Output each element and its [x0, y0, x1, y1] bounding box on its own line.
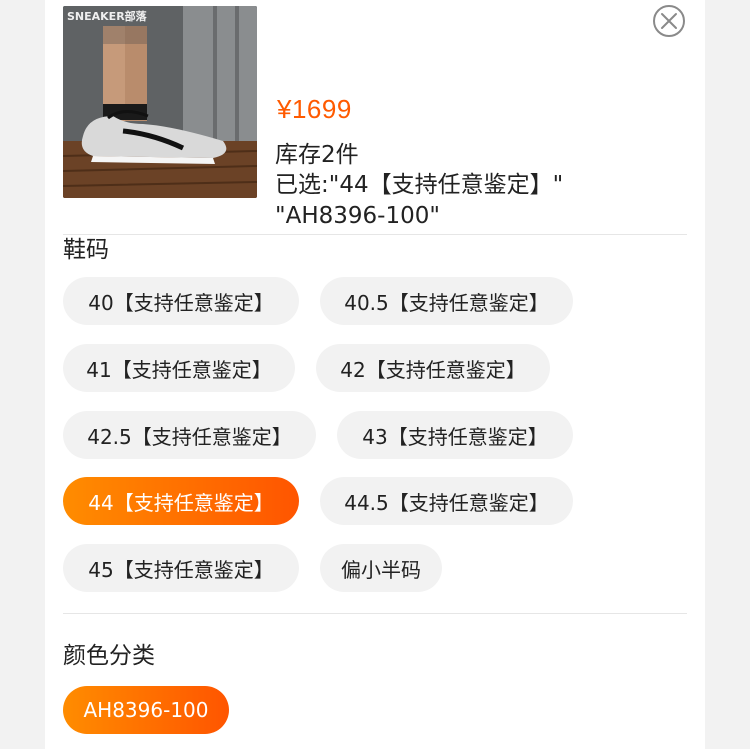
product-price: ¥1699	[277, 94, 352, 124]
size-option[interactable]: 45【支持任意鉴定】	[63, 544, 299, 592]
size-section-title: 鞋码	[63, 237, 109, 263]
product-image: SNEAKER部落	[63, 6, 257, 198]
size-option-selected[interactable]: 44【支持任意鉴定】	[63, 477, 299, 525]
divider	[63, 613, 687, 614]
size-option[interactable]: 42【支持任意鉴定】	[316, 344, 550, 392]
close-icon	[661, 13, 677, 29]
size-option[interactable]: 41【支持任意鉴定】	[63, 344, 295, 392]
color-option-selected[interactable]: AH8396-100	[63, 686, 229, 734]
color-section-title: 颜色分类	[63, 643, 155, 669]
size-option[interactable]: 40【支持任意鉴定】	[63, 277, 299, 325]
divider	[63, 234, 687, 235]
stock-count: 库存2件	[275, 142, 359, 168]
size-option[interactable]: 42.5【支持任意鉴定】	[63, 411, 316, 459]
close-button[interactable]	[653, 5, 685, 37]
sku-selector-sheet: SNEAKER部落 ¥1699 库存2件 已选:"44【支持任意鉴定】" "AH…	[45, 0, 705, 749]
selected-sku-summary: 已选:"44【支持任意鉴定】" "AH8396-100"	[275, 172, 564, 229]
svg-text:SNEAKER部落: SNEAKER部落	[67, 9, 148, 23]
size-option[interactable]: 偏小半码	[320, 544, 442, 592]
size-option[interactable]: 40.5【支持任意鉴定】	[320, 277, 573, 325]
size-option[interactable]: 44.5【支持任意鉴定】	[320, 477, 573, 525]
size-option[interactable]: 43【支持任意鉴定】	[337, 411, 573, 459]
